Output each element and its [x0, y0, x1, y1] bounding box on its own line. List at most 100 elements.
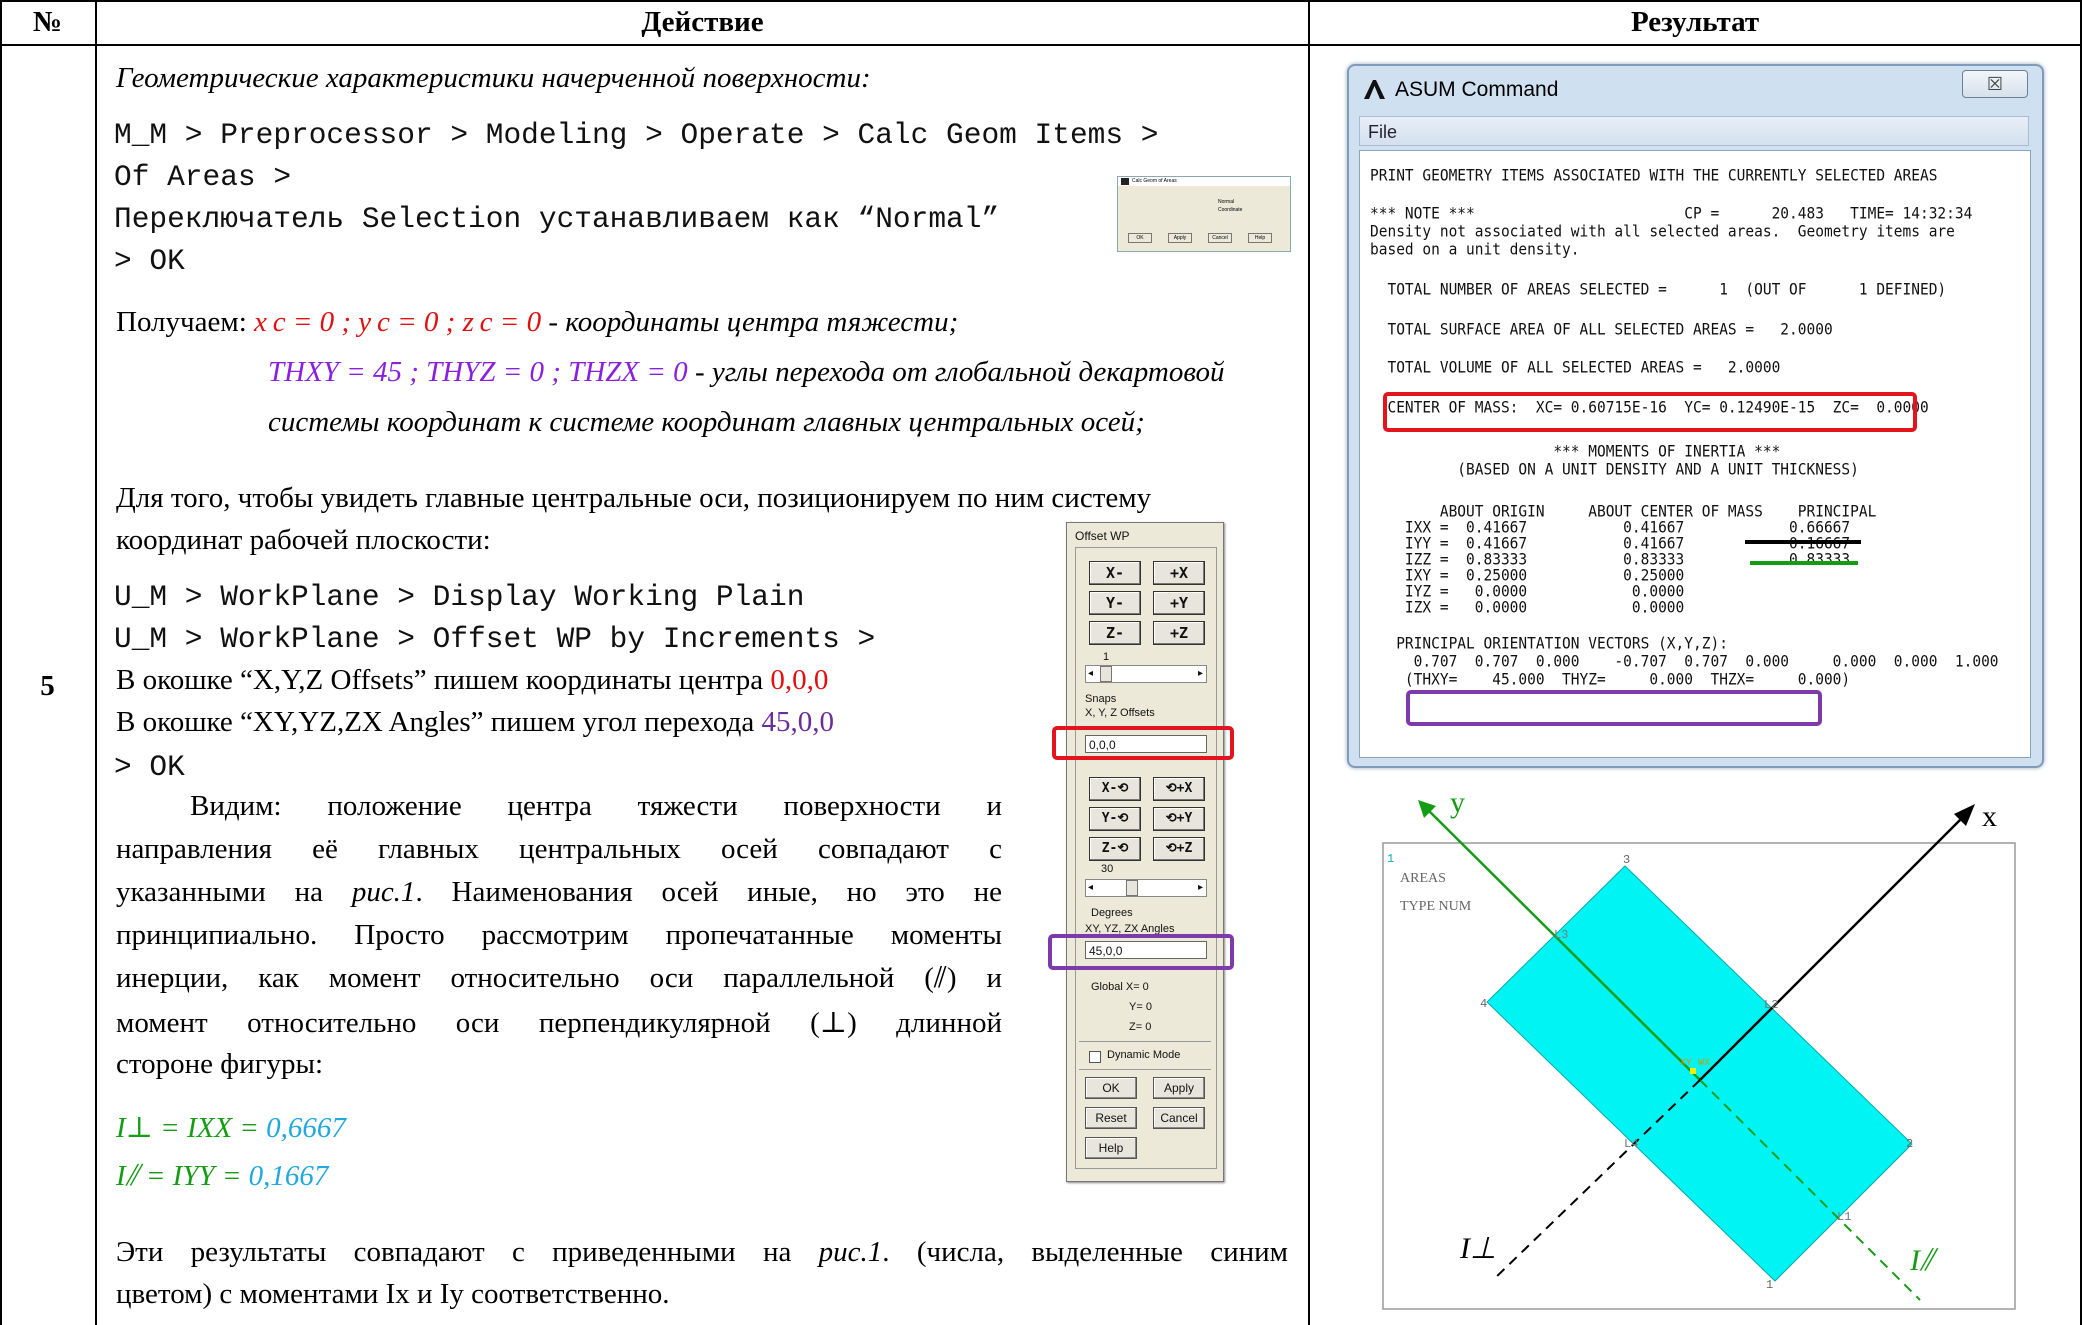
- para-line-6: момент относительно оси перпендикулярной…: [116, 1007, 1002, 1039]
- orientation-highlight: [1406, 690, 1822, 726]
- rotate-y-minus-button[interactable]: Y-⟲: [1089, 807, 1141, 831]
- table-col-rule-1: [95, 0, 97, 1325]
- para-3a: указанными на: [116, 876, 352, 908]
- asum-line-6: TOTAL SURFACE AREA OF ALL SELECTED AREAS…: [1370, 321, 1833, 339]
- menu-path-2a: U_M > WorkPlane > Display Working Plain: [114, 580, 805, 614]
- rotate-x-plus-button[interactable]: ⟲+X: [1153, 777, 1205, 801]
- calc-geom-ok: OK: [1128, 233, 1152, 243]
- rotate-z-plus-button[interactable]: ⟲+Z: [1153, 837, 1205, 861]
- offset-wp-title: Offset WP: [1075, 529, 1130, 543]
- asum-line-17: IZX = 0.0000 0.0000: [1370, 599, 1685, 617]
- iyy-principal-underline: [1750, 561, 1858, 565]
- asum-line-9: *** MOMENTS OF INERTIA ***: [1370, 443, 1781, 461]
- x-plus-button[interactable]: +X: [1153, 561, 1205, 585]
- slider-right-arrow-icon[interactable]: ▸: [1198, 668, 1203, 679]
- header-result: Результат: [1630, 6, 1760, 38]
- slider2-right-arrow-icon[interactable]: ▸: [1198, 882, 1203, 893]
- asum-title: ASUM Command: [1395, 78, 1559, 101]
- x-minus-button[interactable]: X-: [1089, 561, 1141, 585]
- cancel-button[interactable]: Cancel: [1153, 1107, 1205, 1129]
- asum-line-19: 0.707 0.707 0.000 -0.707 0.707 0.000 0.0…: [1370, 653, 1999, 671]
- offsets-instruction: В окошке “X,Y,Z Offsets” пишем координат…: [116, 664, 828, 697]
- moment-perp-value: 0,6667: [266, 1112, 346, 1144]
- z-minus-button[interactable]: Z-: [1089, 621, 1141, 645]
- rotate-z-minus-button[interactable]: Z-⟲: [1089, 837, 1141, 861]
- apply-button[interactable]: Apply: [1153, 1077, 1205, 1099]
- rotate-step-slider[interactable]: ◂ ▸: [1085, 879, 1207, 897]
- angles-value: 45,0,0: [761, 706, 834, 738]
- table-border-top: [0, 0, 2082, 2]
- menu-path-1d: > OK: [114, 244, 185, 278]
- menu-file[interactable]: File: [1359, 116, 2029, 146]
- help-button[interactable]: Help: [1085, 1137, 1137, 1159]
- ansys-logo-icon: [1121, 178, 1129, 185]
- para-line-1: Видим: положение центра тяжести поверхно…: [190, 790, 1002, 822]
- line-l3: L3: [1554, 928, 1568, 942]
- point-2: 2: [1906, 1137, 1913, 1151]
- point-3: 3: [1623, 853, 1630, 867]
- asum-line-7: TOTAL VOLUME OF ALL SELECTED AREAS = 2.0…: [1370, 359, 1781, 377]
- asum-line-4: based on a unit density.: [1370, 241, 1580, 259]
- center-of-mass-highlight: [1383, 392, 1917, 432]
- centroid-equation: x c = 0 ; y c = 0 ; z c = 0: [254, 306, 542, 338]
- conclusion-line-2: цветом) с моментами Ix и Iy соответствен…: [116, 1278, 670, 1310]
- workplane-origin-marker: [1690, 1068, 1696, 1074]
- reset-button[interactable]: Reset: [1085, 1107, 1137, 1129]
- slider-thumb[interactable]: [1100, 666, 1112, 682]
- concl-1b: рис.1: [818, 1236, 883, 1268]
- conclusion-line-1: Эти результаты совпадают с приведенными …: [116, 1236, 1288, 1269]
- angles-instruction: В окошке “XY,YZ,ZX Angles” пишем угол пе…: [116, 706, 834, 739]
- angles-description-a: - углы перехода от глобальной декартовой: [687, 356, 1225, 388]
- menu-path-1a: M_M > Preprocessor > Modeling > Operate …: [114, 118, 1159, 152]
- menu-path-1b: Of Areas >: [114, 160, 292, 194]
- x-axis-label: x: [1982, 800, 1997, 833]
- menu-path-2b: U_M > WorkPlane > Offset WP by Increment…: [114, 622, 876, 656]
- area-plot: 1 AREAS TYPE NUM y x I⊥ I⫽ 1 2 3 4 L1 L2…: [1382, 786, 2016, 1310]
- slider-left-arrow-icon[interactable]: ◂: [1088, 668, 1093, 679]
- workplane-triad-label: XY WX: [1680, 1058, 1710, 1069]
- concl-1a: Эти результаты совпадают с приведенными …: [116, 1236, 819, 1268]
- moment-perp-line: I⊥ = IXX = 0,6667: [116, 1110, 346, 1145]
- asum-line-3: Density not associated with all selected…: [1370, 223, 1955, 241]
- offsets-text: В окошке “X,Y,Z Offsets” пишем координат…: [116, 664, 771, 696]
- line-l4: L4: [1624, 1137, 1638, 1151]
- asum-line-10: (BASED ON A UNIT DENSITY AND A UNIT THIC…: [1370, 461, 1859, 479]
- rotate-x-minus-button[interactable]: X-⟲: [1089, 777, 1141, 801]
- slider2-thumb[interactable]: [1126, 880, 1138, 896]
- angles-text: В окошке “XY,YZ,ZX Angles” пишем угол пе…: [116, 706, 762, 738]
- divider-2: [1079, 1069, 1211, 1070]
- close-icon[interactable]: ☒: [1962, 70, 2028, 98]
- dynamic-mode-checkbox[interactable]: [1089, 1051, 1101, 1063]
- result-angles-line: THXY = 45 ; THYZ = 0 ; THZX = 0 - углы п…: [268, 356, 1225, 389]
- global-x-readout: Global X= 0: [1091, 981, 1149, 993]
- rotate-y-plus-button[interactable]: ⟲+Y: [1153, 807, 1205, 831]
- z-plus-button[interactable]: +Z: [1153, 621, 1205, 645]
- para-line-4: принципиально. Просто рассмотрим пропеча…: [116, 919, 1002, 951]
- asum-line-1: PRINT GEOMETRY ITEMS ASSOCIATED WITH THE…: [1370, 167, 1938, 185]
- moment-perp-lhs: I⊥ = IXX =: [116, 1112, 267, 1144]
- moment-par-line: I⫽ = IYY = 0,1667: [116, 1160, 328, 1193]
- calc-geom-opt-coord: Coordinate: [1218, 207, 1243, 213]
- y-plus-button[interactable]: +Y: [1153, 591, 1205, 615]
- rotate-step-label: 30: [1101, 863, 1114, 875]
- table-border-left: [0, 0, 2, 1325]
- translate-step-slider[interactable]: ◂ ▸: [1085, 665, 1207, 683]
- calc-geom-opt-normal: Normal: [1218, 199, 1235, 205]
- y-minus-button[interactable]: Y-: [1089, 591, 1141, 615]
- asum-line-5: TOTAL NUMBER OF AREAS SELECTED = 1 (OUT …: [1370, 281, 1947, 299]
- dynamic-mode-label: Dynamic Mode: [1107, 1049, 1181, 1061]
- slider2-left-arrow-icon[interactable]: ◂: [1088, 882, 1093, 893]
- plot-typenum-label: TYPE NUM: [1400, 899, 1472, 914]
- para-line-2: направления её главных центральных осей …: [116, 833, 1002, 865]
- angles-highlight: [1048, 934, 1234, 970]
- point-4: 4: [1480, 997, 1487, 1011]
- asum-line-18: PRINCIPAL ORIENTATION VECTORS (X,Y,Z):: [1370, 635, 1728, 653]
- para-line-3: указанными на рис.1. Наименования осей и…: [116, 876, 1002, 909]
- calc-geom-title: Calc Geom of Areas: [1118, 177, 1290, 186]
- angles-description-b: системы координат к системе координат гл…: [268, 406, 1145, 438]
- calc-geom-apply: Apply: [1168, 233, 1192, 243]
- centroid-description: - координаты центра тяжести;: [541, 306, 959, 338]
- ok-button[interactable]: OK: [1085, 1077, 1137, 1099]
- global-y-readout: Y= 0: [1129, 1001, 1152, 1013]
- moment-par-value: 0,1667: [248, 1160, 329, 1192]
